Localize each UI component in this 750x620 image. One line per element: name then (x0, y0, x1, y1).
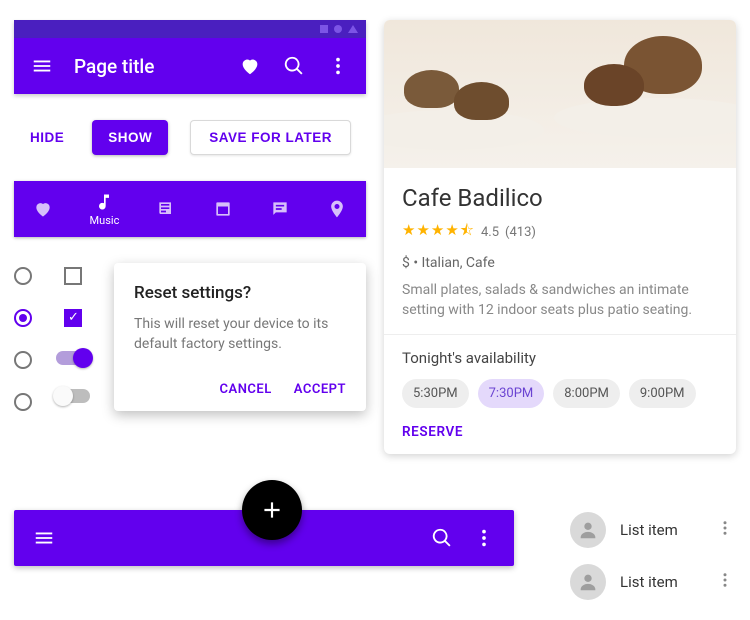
list-item-label: List item (620, 521, 702, 539)
reserve-button[interactable]: RESERVE (402, 424, 718, 440)
card-title: Cafe Badilico (402, 184, 718, 212)
radio-unchecked[interactable] (14, 267, 32, 285)
top-app-bar: Page title (14, 38, 366, 94)
status-indicator-circle (334, 25, 342, 33)
tab-location[interactable] (327, 199, 347, 219)
hide-button[interactable]: HIDE (14, 120, 80, 155)
time-slot-chips: 5:30PM 7:30PM 8:00PM 9:00PM (402, 379, 718, 408)
page-title: Page title (74, 55, 218, 78)
save-for-later-button[interactable]: SAVE FOR LATER (190, 120, 351, 155)
checkbox-unchecked[interactable] (64, 267, 82, 285)
avatar-icon (570, 564, 606, 600)
status-indicator-triangle (348, 25, 358, 33)
card-description: Small plates, salads & sandwiches an int… (402, 281, 718, 320)
time-slot-2[interactable]: 8:00PM (553, 379, 620, 408)
time-slot-0[interactable]: 5:30PM (402, 379, 469, 408)
switch-on[interactable] (56, 351, 90, 365)
tab-news[interactable] (156, 199, 176, 219)
avatar-icon (570, 512, 606, 548)
rating: ★★★★⯪ 4.5 (413) (402, 220, 718, 245)
tab-favorite[interactable] (33, 199, 53, 219)
more-icon[interactable] (472, 526, 496, 550)
tab-music[interactable]: Music (90, 192, 120, 227)
app-bar-container: Page title (14, 20, 366, 94)
menu-icon[interactable] (30, 54, 54, 78)
reset-dialog: Reset settings? This will reset your dev… (114, 263, 366, 411)
rating-count: (413) (505, 225, 536, 240)
radio-checked[interactable] (14, 309, 32, 327)
cancel-button[interactable]: CANCEL (220, 382, 272, 397)
controls-and-dialog: Reset settings? This will reset your dev… (14, 263, 366, 411)
search-icon[interactable] (282, 54, 306, 78)
tab-music-label: Music (90, 214, 120, 227)
more-icon[interactable] (716, 571, 734, 593)
time-slot-3[interactable]: 9:00PM (629, 379, 696, 408)
button-row: HIDE SHOW SAVE FOR LATER (14, 120, 366, 155)
restaurant-card: Cafe Badilico ★★★★⯪ 4.5 (413) $ • Italia… (384, 20, 736, 454)
dialog-body: This will reset your device to its defau… (134, 315, 346, 354)
dialog-title: Reset settings? (134, 283, 346, 303)
show-button[interactable]: SHOW (92, 120, 168, 155)
card-image (384, 20, 736, 168)
tab-chat[interactable] (270, 199, 290, 219)
bottom-app-bar-container (14, 510, 514, 566)
time-slot-1[interactable]: 7:30PM (478, 379, 545, 408)
status-indicator-square (320, 25, 328, 33)
rating-value: 4.5 (481, 225, 499, 240)
search-icon[interactable] (430, 526, 454, 550)
radio-unchecked-3[interactable] (14, 393, 32, 411)
bottom-navigation: Music (14, 181, 366, 237)
more-icon[interactable] (716, 519, 734, 541)
divider (384, 334, 736, 335)
switch-off[interactable] (56, 389, 90, 403)
list-item[interactable]: List item (564, 556, 740, 608)
status-bar (14, 20, 366, 38)
list-item-label: List item (620, 573, 702, 591)
star-icons: ★★★★⯪ (402, 220, 475, 245)
fab-add[interactable] (242, 480, 302, 540)
list-item[interactable]: List item (564, 504, 740, 556)
checkbox-checked[interactable] (64, 309, 82, 327)
availability-label: Tonight's availability (402, 349, 718, 367)
price-category: $ • Italian, Cafe (402, 255, 718, 271)
more-icon[interactable] (326, 54, 350, 78)
list: List item List item (564, 504, 740, 608)
accept-button[interactable]: ACCEPT (294, 382, 346, 397)
favorite-icon[interactable] (238, 54, 262, 78)
tab-calendar[interactable] (213, 199, 233, 219)
radio-unchecked-2[interactable] (14, 351, 32, 369)
menu-icon[interactable] (32, 526, 56, 550)
